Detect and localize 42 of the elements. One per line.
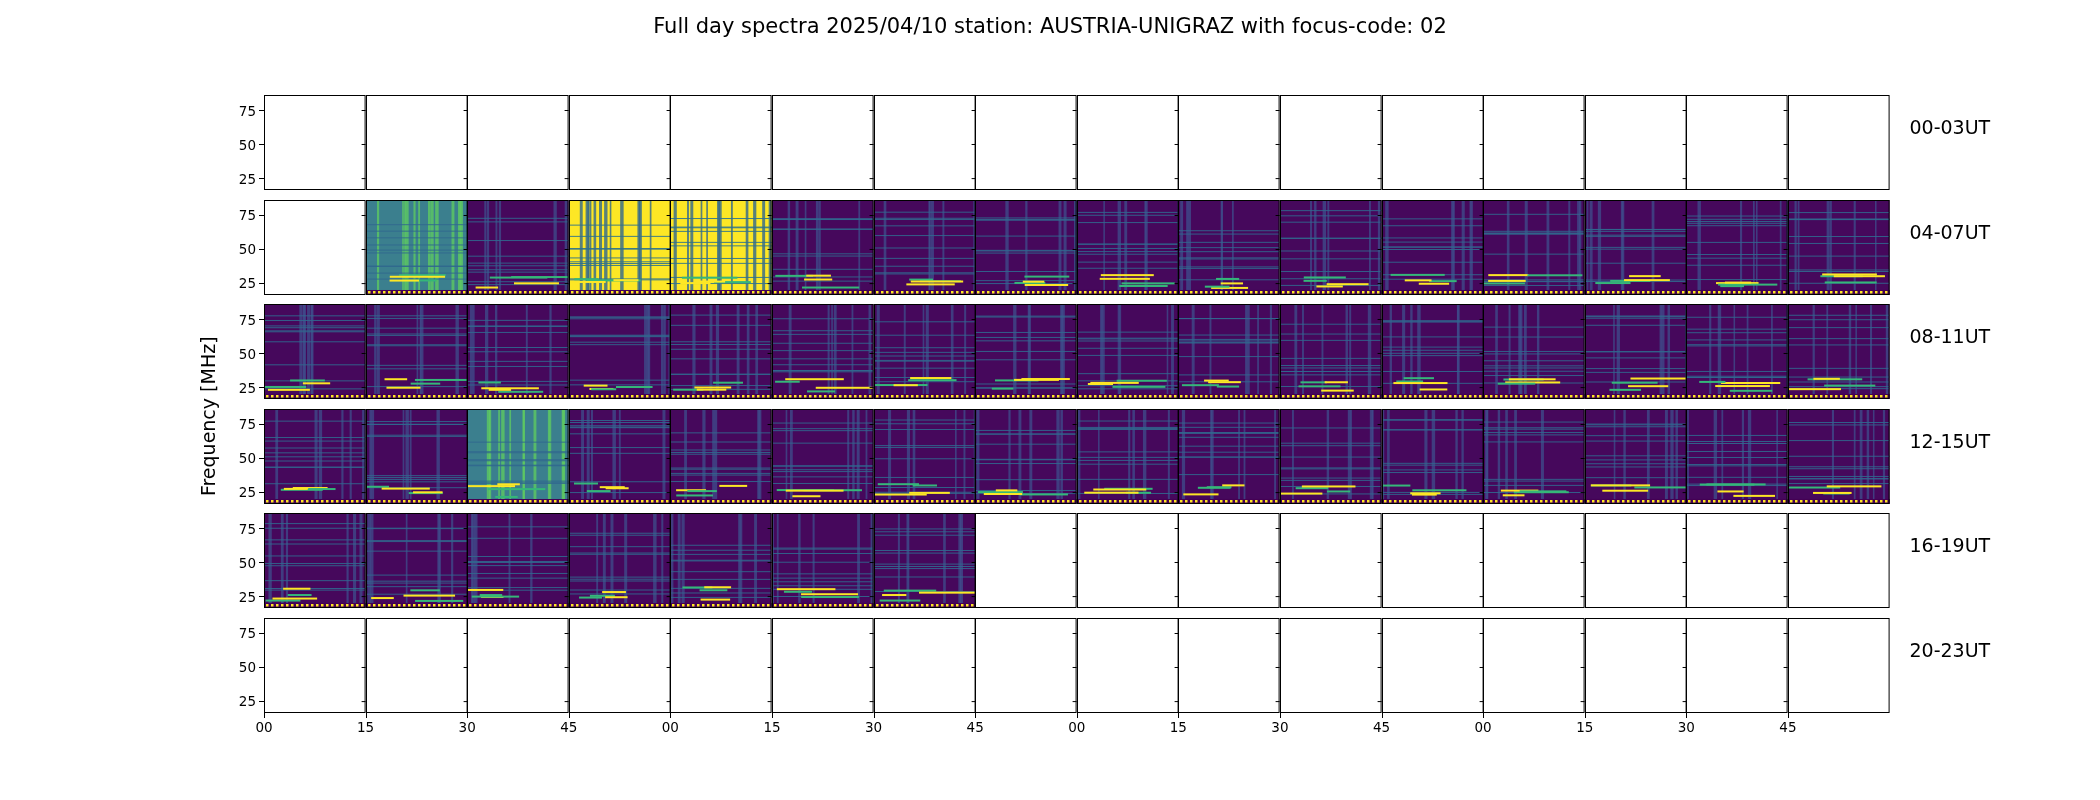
y-tick-label: 50 [238, 135, 257, 154]
x-tick-label: 30 [864, 717, 883, 736]
y-tick-label: 25 [238, 378, 257, 397]
x-tick-label: 45 [966, 717, 984, 736]
x-tick-label: 45 [560, 717, 578, 736]
y-tick-label: 50 [238, 240, 257, 258]
y-tick-label: 25 [238, 169, 257, 188]
row-label: 12-15UT [1909, 429, 1991, 452]
y-tick-label: 75 [238, 415, 257, 433]
x-tick-label: 00 [255, 717, 273, 736]
row-label: 04-07UT [1909, 220, 1991, 243]
x-tick-label: 15 [1576, 717, 1594, 736]
y-tick-label: 50 [238, 553, 257, 572]
y-tick-label: 25 [238, 692, 257, 711]
x-tick-label: 45 [1372, 717, 1391, 736]
x-tick-label: 00 [661, 717, 679, 736]
figure-title: Full day spectra 2025/04/10 station: AUSTRIA-UNIGRAZ with focus-code: 02 [653, 13, 1447, 40]
y-tick-label: 50 [238, 449, 257, 467]
y-tick-label: 25 [238, 274, 257, 293]
row-label: 08-11UT [1909, 325, 1991, 347]
row-label: 16-19UT [1909, 534, 1991, 556]
x-tick-label: 30 [458, 717, 476, 736]
y-tick-label: 75 [238, 206, 257, 224]
x-tick-label: 00 [1474, 717, 1492, 736]
x-tick-label: 15 [763, 717, 781, 736]
x-tick-label: 30 [1677, 717, 1695, 736]
row-label: 20-23UT [1909, 638, 1991, 661]
y-tick-label: 25 [238, 483, 257, 502]
row-label: 00-03UT [1909, 116, 1991, 138]
y-tick-label: 75 [238, 624, 257, 642]
y-tick-label: 75 [238, 101, 257, 120]
y-axis-label: Frequency [MHz] [195, 335, 220, 496]
x-tick-label: 00 [1068, 717, 1086, 736]
x-tick-label: 15 [1169, 717, 1187, 736]
y-tick-label: 25 [238, 587, 257, 606]
y-tick-label: 50 [238, 658, 257, 676]
y-tick-label: 50 [238, 344, 257, 363]
x-tick-label: 45 [1779, 717, 1797, 736]
y-tick-label: 75 [238, 519, 257, 538]
x-tick-label: 15 [357, 717, 375, 736]
x-tick-label: 30 [1271, 717, 1289, 736]
y-tick-label: 75 [238, 310, 257, 329]
